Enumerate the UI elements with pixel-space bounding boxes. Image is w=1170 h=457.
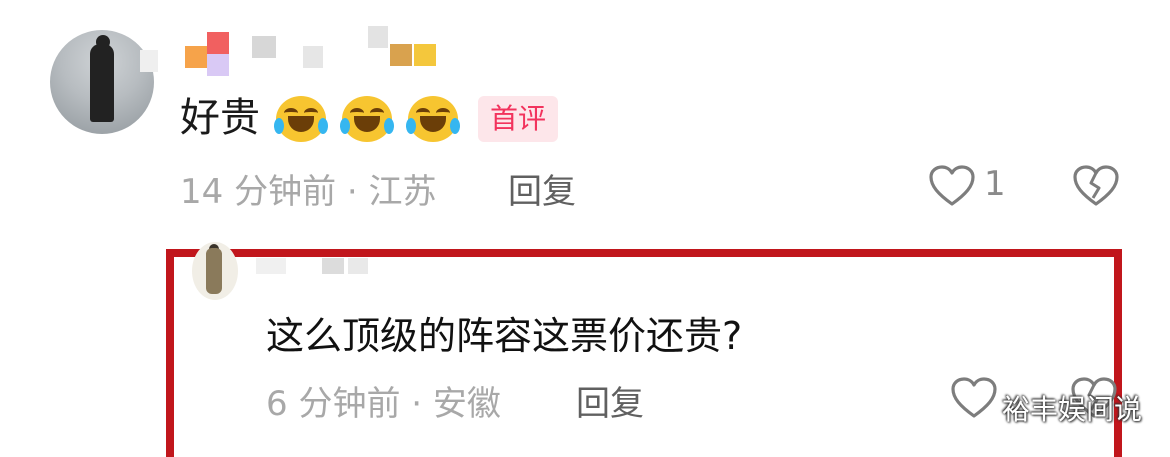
blur-block xyxy=(348,258,368,274)
laugh-cry-emoji-icon xyxy=(274,94,328,144)
blur-block xyxy=(207,32,229,54)
blur-block xyxy=(368,26,388,48)
avatar-figure xyxy=(206,248,222,294)
avatar-figure xyxy=(90,44,114,122)
blur-block xyxy=(207,54,229,76)
heart-icon[interactable] xyxy=(928,164,976,208)
blur-block xyxy=(303,46,323,68)
first-comment-badge: 首评 xyxy=(478,96,558,142)
blur-block xyxy=(322,258,344,274)
broken-heart-icon[interactable] xyxy=(1072,164,1120,208)
laugh-cry-emoji-icon xyxy=(406,94,460,144)
reply-username-blurred[interactable] xyxy=(256,254,376,280)
reply-button[interactable]: 回复 xyxy=(576,376,644,425)
reply-button[interactable]: 回复 xyxy=(508,164,576,213)
username-blurred[interactable] xyxy=(140,24,460,76)
comment-text: 好贵 xyxy=(180,95,260,141)
reply-time-location: 6 分钟前 · 安徽 xyxy=(266,384,501,424)
blur-block xyxy=(185,46,207,68)
comment-time-location: 14 分钟前 · 江苏 xyxy=(180,172,437,212)
laugh-cry-emoji-icon xyxy=(340,94,394,144)
heart-icon[interactable] xyxy=(950,376,998,420)
blur-block xyxy=(140,50,158,72)
blur-block xyxy=(252,36,276,58)
like-count: 1 xyxy=(984,164,1006,204)
blur-block xyxy=(256,258,286,274)
blur-block xyxy=(390,44,412,66)
reply-avatar[interactable] xyxy=(192,242,238,300)
avatar[interactable] xyxy=(50,30,154,134)
watermark-text: 裕丰娱间说 xyxy=(1002,393,1143,426)
blur-block xyxy=(414,44,436,66)
reply-comment-text: 这么顶级的阵容这票价还贵? xyxy=(266,314,743,358)
